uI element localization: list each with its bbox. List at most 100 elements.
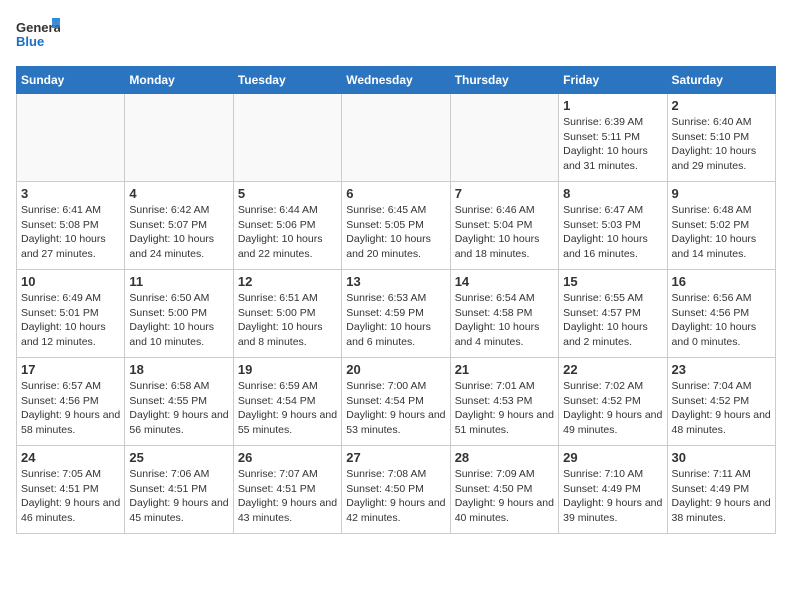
day-info: Sunrise: 7:08 AM Sunset: 4:50 PM Dayligh… [346, 467, 445, 526]
day-info: Sunrise: 6:40 AM Sunset: 5:10 PM Dayligh… [672, 115, 771, 174]
calendar-week-row: 10 Sunrise: 6:49 AM Sunset: 5:01 PM Dayli… [17, 270, 776, 358]
day-info: Sunrise: 6:50 AM Sunset: 5:00 PM Dayligh… [129, 291, 228, 350]
calendar-cell: 4 Sunrise: 6:42 AM Sunset: 5:07 PM Daylig… [125, 182, 233, 270]
day-info: Sunrise: 6:48 AM Sunset: 5:02 PM Dayligh… [672, 203, 771, 262]
calendar-cell: 5 Sunrise: 6:44 AM Sunset: 5:06 PM Daylig… [233, 182, 341, 270]
day-number: 18 [129, 362, 228, 377]
weekday-header: Friday [559, 67, 667, 94]
svg-text:Blue: Blue [16, 34, 44, 49]
day-info: Sunrise: 6:51 AM Sunset: 5:00 PM Dayligh… [238, 291, 337, 350]
calendar-cell [450, 94, 558, 182]
day-info: Sunrise: 6:46 AM Sunset: 5:04 PM Dayligh… [455, 203, 554, 262]
day-number: 30 [672, 450, 771, 465]
calendar-cell: 11 Sunrise: 6:50 AM Sunset: 5:00 PM Dayli… [125, 270, 233, 358]
calendar-cell: 15 Sunrise: 6:55 AM Sunset: 4:57 PM Dayli… [559, 270, 667, 358]
day-info: Sunrise: 6:42 AM Sunset: 5:07 PM Dayligh… [129, 203, 228, 262]
calendar-cell: 16 Sunrise: 6:56 AM Sunset: 4:56 PM Dayli… [667, 270, 775, 358]
day-number: 13 [346, 274, 445, 289]
calendar-cell: 28 Sunrise: 7:09 AM Sunset: 4:50 PM Dayli… [450, 446, 558, 534]
day-number: 25 [129, 450, 228, 465]
logo-icon: General Blue [16, 16, 60, 54]
calendar-cell: 6 Sunrise: 6:45 AM Sunset: 5:05 PM Daylig… [342, 182, 450, 270]
weekday-header: Tuesday [233, 67, 341, 94]
day-number: 23 [672, 362, 771, 377]
calendar-cell: 29Sunrise: 7:10 AM Sunset: 4:49 PM Dayli… [559, 446, 667, 534]
day-number: 9 [672, 186, 771, 201]
calendar-cell: 26 Sunrise: 7:07 AM Sunset: 4:51 PM Dayli… [233, 446, 341, 534]
day-number: 16 [672, 274, 771, 289]
calendar-cell: 30 Sunrise: 7:11 AM Sunset: 4:49 PM Dayli… [667, 446, 775, 534]
calendar-cell: 14 Sunrise: 6:54 AM Sunset: 4:58 PM Dayli… [450, 270, 558, 358]
weekday-header: Thursday [450, 67, 558, 94]
calendar-cell: 8Sunrise: 6:47 AM Sunset: 5:03 PM Daylig… [559, 182, 667, 270]
calendar-week-row: 1 Sunrise: 6:39 AM Sunset: 5:11 PM Daylig… [17, 94, 776, 182]
day-number: 29 [563, 450, 662, 465]
day-number: 26 [238, 450, 337, 465]
day-info: Sunrise: 6:55 AM Sunset: 4:57 PM Dayligh… [563, 291, 662, 350]
calendar-cell: 19Sunrise: 6:59 AM Sunset: 4:54 PM Dayli… [233, 358, 341, 446]
calendar-cell: 25 Sunrise: 7:06 AM Sunset: 4:51 PM Dayli… [125, 446, 233, 534]
day-info: Sunrise: 7:05 AM Sunset: 4:51 PM Dayligh… [21, 467, 120, 526]
day-info: Sunrise: 6:44 AM Sunset: 5:06 PM Dayligh… [238, 203, 337, 262]
calendar-week-row: 24 Sunrise: 7:05 AM Sunset: 4:51 PM Dayli… [17, 446, 776, 534]
day-number: 2 [672, 98, 771, 113]
day-number: 4 [129, 186, 228, 201]
day-number: 11 [129, 274, 228, 289]
day-number: 24 [21, 450, 120, 465]
day-info: Sunrise: 6:49 AM Sunset: 5:01 PM Dayligh… [21, 291, 120, 350]
calendar-cell: 24 Sunrise: 7:05 AM Sunset: 4:51 PM Dayli… [17, 446, 125, 534]
calendar-cell: 27 Sunrise: 7:08 AM Sunset: 4:50 PM Dayli… [342, 446, 450, 534]
day-number: 27 [346, 450, 445, 465]
day-number: 8 [563, 186, 662, 201]
calendar-cell [17, 94, 125, 182]
calendar-cell: 12 Sunrise: 6:51 AM Sunset: 5:00 PM Dayli… [233, 270, 341, 358]
day-info: Sunrise: 7:11 AM Sunset: 4:49 PM Dayligh… [672, 467, 771, 526]
calendar-cell: 23 Sunrise: 7:04 AM Sunset: 4:52 PM Dayli… [667, 358, 775, 446]
weekday-header-row: SundayMondayTuesdayWednesdayThursdayFrid… [17, 67, 776, 94]
day-info: Sunrise: 6:54 AM Sunset: 4:58 PM Dayligh… [455, 291, 554, 350]
day-number: 28 [455, 450, 554, 465]
calendar-cell: 2 Sunrise: 6:40 AM Sunset: 5:10 PM Daylig… [667, 94, 775, 182]
day-info: Sunrise: 6:53 AM Sunset: 4:59 PM Dayligh… [346, 291, 445, 350]
day-number: 20 [346, 362, 445, 377]
calendar-cell: 17 Sunrise: 6:57 AM Sunset: 4:56 PM Dayli… [17, 358, 125, 446]
calendar-cell: 21Sunrise: 7:01 AM Sunset: 4:53 PM Dayli… [450, 358, 558, 446]
day-info: Sunrise: 6:39 AM Sunset: 5:11 PM Dayligh… [563, 115, 662, 174]
day-number: 7 [455, 186, 554, 201]
weekday-header: Wednesday [342, 67, 450, 94]
day-number: 3 [21, 186, 120, 201]
weekday-header: Monday [125, 67, 233, 94]
calendar-cell: 10 Sunrise: 6:49 AM Sunset: 5:01 PM Dayli… [17, 270, 125, 358]
day-number: 21 [455, 362, 554, 377]
day-info: Sunrise: 7:06 AM Sunset: 4:51 PM Dayligh… [129, 467, 228, 526]
day-number: 12 [238, 274, 337, 289]
day-number: 10 [21, 274, 120, 289]
day-info: Sunrise: 6:57 AM Sunset: 4:56 PM Dayligh… [21, 379, 120, 438]
day-number: 5 [238, 186, 337, 201]
day-info: Sunrise: 6:45 AM Sunset: 5:05 PM Dayligh… [346, 203, 445, 262]
day-number: 22 [563, 362, 662, 377]
logo: General Blue [16, 16, 60, 54]
day-number: 1 [563, 98, 662, 113]
day-number: 6 [346, 186, 445, 201]
day-info: Sunrise: 7:04 AM Sunset: 4:52 PM Dayligh… [672, 379, 771, 438]
day-number: 15 [563, 274, 662, 289]
day-info: Sunrise: 7:09 AM Sunset: 4:50 PM Dayligh… [455, 467, 554, 526]
day-number: 14 [455, 274, 554, 289]
day-info: Sunrise: 7:02 AM Sunset: 4:52 PM Dayligh… [563, 379, 662, 438]
calendar-cell: 20Sunrise: 7:00 AM Sunset: 4:54 PM Dayli… [342, 358, 450, 446]
calendar-cell: 3 Sunrise: 6:41 AM Sunset: 5:08 PM Daylig… [17, 182, 125, 270]
calendar-cell: 7 Sunrise: 6:46 AM Sunset: 5:04 PM Daylig… [450, 182, 558, 270]
day-info: Sunrise: 6:58 AM Sunset: 4:55 PM Dayligh… [129, 379, 228, 438]
weekday-header: Sunday [17, 67, 125, 94]
calendar: SundayMondayTuesdayWednesdayThursdayFrid… [16, 66, 776, 534]
day-info: Sunrise: 6:56 AM Sunset: 4:56 PM Dayligh… [672, 291, 771, 350]
day-info: Sunrise: 6:41 AM Sunset: 5:08 PM Dayligh… [21, 203, 120, 262]
calendar-cell: 1 Sunrise: 6:39 AM Sunset: 5:11 PM Daylig… [559, 94, 667, 182]
day-number: 19 [238, 362, 337, 377]
day-info: Sunrise: 7:07 AM Sunset: 4:51 PM Dayligh… [238, 467, 337, 526]
calendar-cell: 18 Sunrise: 6:58 AM Sunset: 4:55 PM Dayli… [125, 358, 233, 446]
calendar-cell [233, 94, 341, 182]
day-number: 17 [21, 362, 120, 377]
calendar-cell: 9 Sunrise: 6:48 AM Sunset: 5:02 PM Daylig… [667, 182, 775, 270]
